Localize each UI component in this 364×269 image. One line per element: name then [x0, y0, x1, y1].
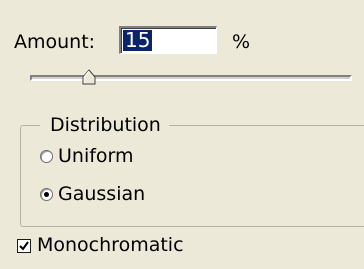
amount-input[interactable]: 15 — [119, 26, 217, 54]
amount-slider-track[interactable] — [30, 75, 352, 81]
uniform-radio[interactable] — [40, 150, 53, 163]
radio-selected-dot-icon — [44, 192, 49, 197]
gaussian-radio[interactable] — [40, 188, 53, 201]
gaussian-radio-label[interactable]: Gaussian — [58, 183, 145, 205]
amount-unit: % — [232, 31, 251, 53]
distribution-groupbox — [20, 125, 364, 227]
amount-value: 15 — [123, 28, 153, 52]
monochromatic-checkbox[interactable] — [17, 239, 31, 253]
distribution-legend: Distribution — [40, 114, 169, 136]
uniform-radio-label[interactable]: Uniform — [58, 145, 134, 167]
amount-slider-thumb[interactable] — [82, 68, 96, 85]
amount-label: Amount: — [14, 31, 96, 53]
checkmark-icon — [19, 241, 29, 251]
monochromatic-label[interactable]: Monochromatic — [37, 234, 184, 256]
